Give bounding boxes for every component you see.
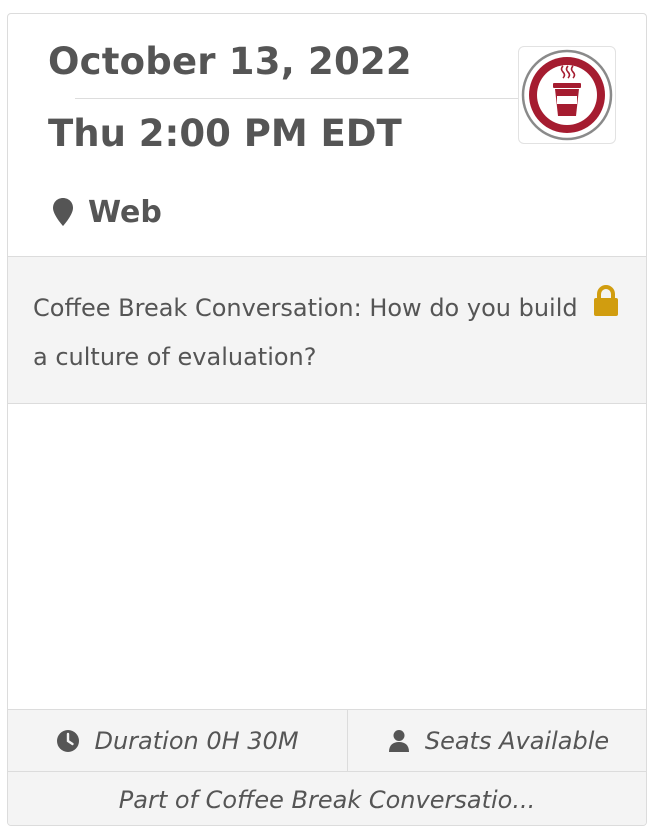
map-marker-icon bbox=[53, 198, 73, 226]
event-body bbox=[8, 404, 646, 709]
event-time: Thu 2:00 PM EDT bbox=[48, 112, 402, 155]
event-title-band: Coffee Break Conversation: How do you bu… bbox=[8, 257, 646, 404]
event-logo bbox=[518, 46, 616, 144]
event-location-label: Web bbox=[88, 194, 162, 230]
event-location: Web bbox=[52, 194, 162, 230]
user-icon bbox=[388, 729, 409, 752]
clock-icon bbox=[57, 729, 80, 752]
date-divider bbox=[75, 98, 521, 99]
event-date: October 13, 2022 bbox=[48, 40, 412, 83]
event-meta-row: Duration 0H 30M Seats Available bbox=[8, 709, 646, 771]
event-card[interactable]: October 13, 2022 Thu 2:00 PM EDT Web Cof… bbox=[7, 13, 647, 826]
event-duration-label: Duration 0H 30M bbox=[94, 726, 299, 755]
event-title[interactable]: Coffee Break Conversation: How do you bu… bbox=[33, 284, 578, 382]
lock-icon bbox=[594, 285, 618, 316]
event-series-link[interactable]: Part of Coffee Break Conversatio... bbox=[8, 771, 646, 825]
event-duration: Duration 0H 30M bbox=[8, 710, 348, 771]
event-card-header: October 13, 2022 Thu 2:00 PM EDT Web bbox=[8, 14, 646, 257]
event-seats: Seats Available bbox=[348, 710, 646, 771]
event-seats-label: Seats Available bbox=[424, 726, 610, 755]
coffee-cup-logo-icon bbox=[521, 49, 613, 141]
event-series-label[interactable]: Part of Coffee Break Conversatio... bbox=[119, 786, 535, 814]
